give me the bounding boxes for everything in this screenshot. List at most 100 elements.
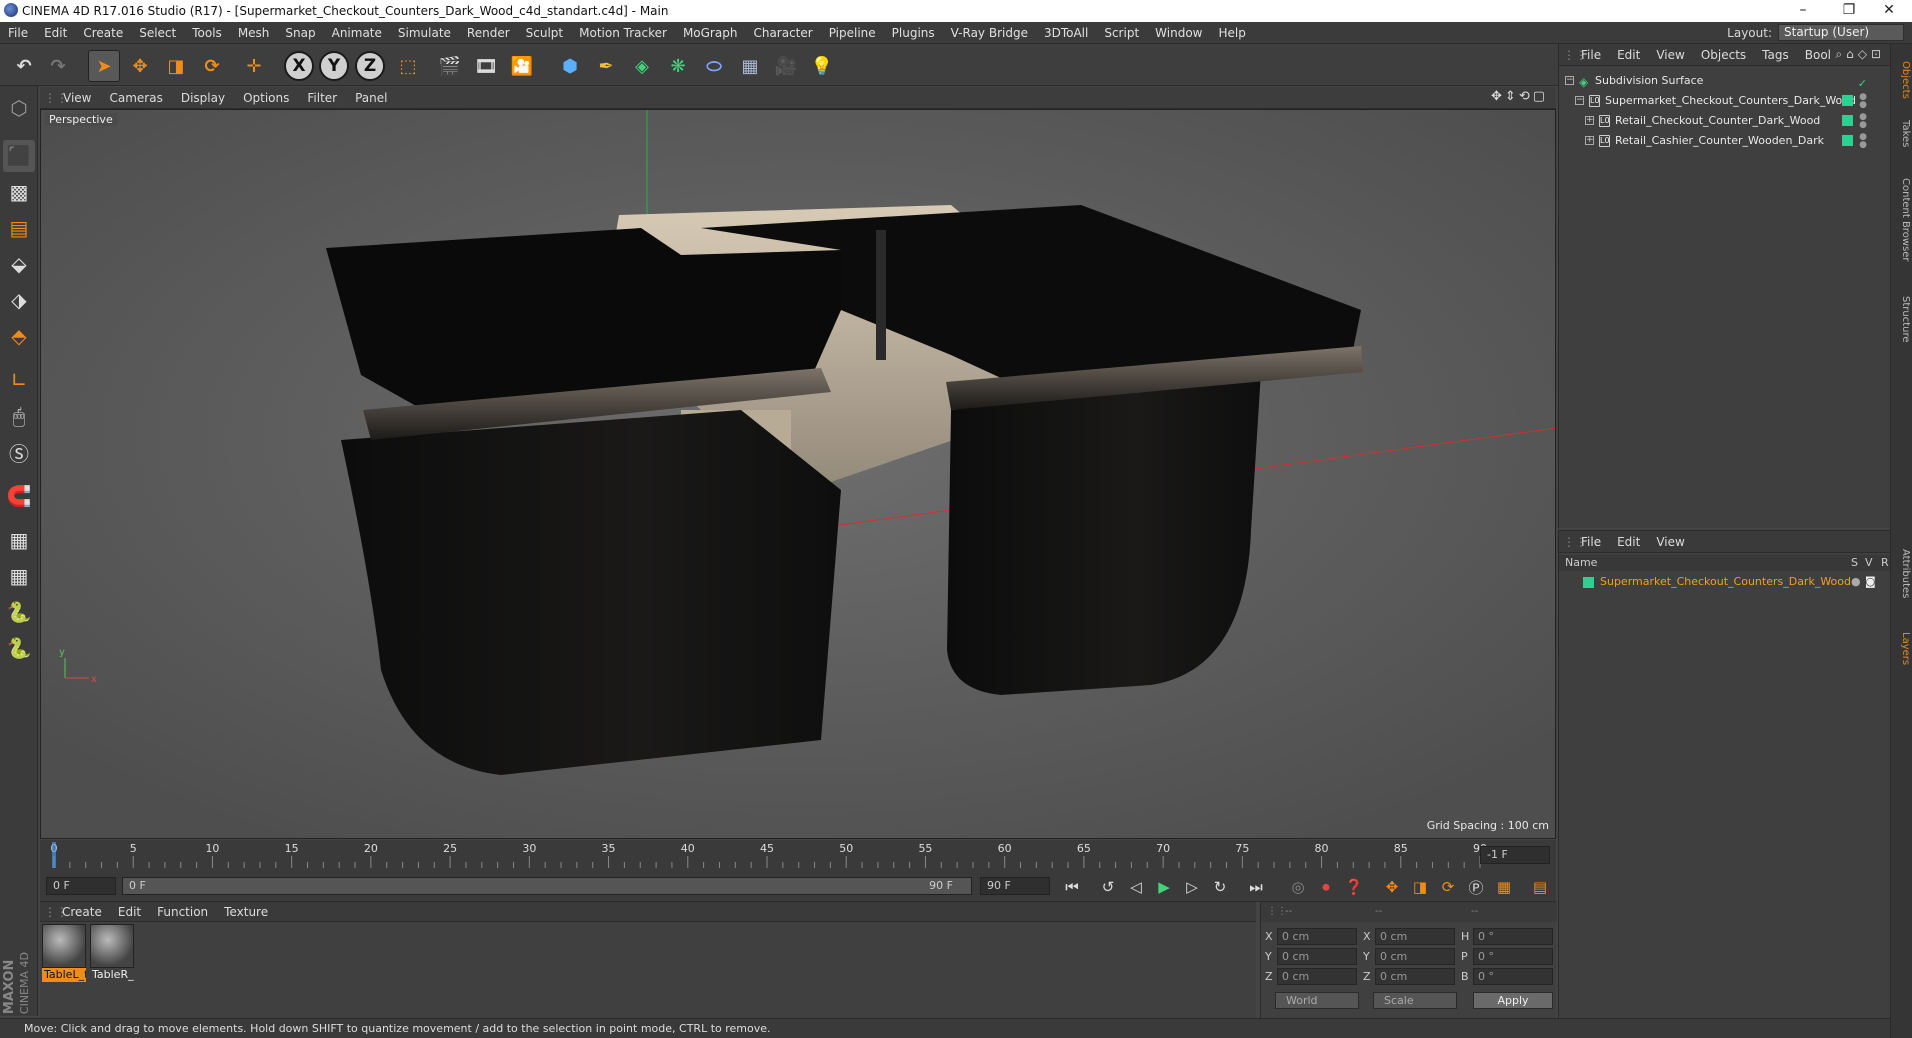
close-button[interactable]: ✕ [1866,0,1912,22]
menu-3dtoall[interactable]: 3DToAll [1036,26,1096,40]
workplane-icon[interactable]: ▤ [3,212,35,244]
menu-help[interactable]: Help [1210,26,1253,40]
viewport-camera-label[interactable]: Perspective [45,113,117,126]
side-tab-attributes[interactable]: Attributes [1893,534,1911,614]
side-tab-objects[interactable]: Objects [1893,50,1911,110]
polygons-mode-icon[interactable]: ⬘ [3,320,35,352]
menu-window[interactable]: Window [1147,26,1210,40]
menu-edit[interactable]: Edit [36,26,75,40]
menu-script[interactable]: Script [1096,26,1147,40]
menu-animate[interactable]: Animate [324,26,390,40]
keyframe-selection-icon[interactable]: ❓ [1342,876,1366,898]
layer-visible-icon[interactable]: ◙ [1865,573,1876,591]
undo-icon[interactable]: ↶ [8,50,40,82]
key-scale-icon[interactable]: ◨ [1408,876,1432,898]
position-z-field[interactable]: 0 cm [1277,968,1357,985]
side-tab-layers[interactable]: Layers [1893,624,1911,674]
menu-create[interactable]: Create [75,26,131,40]
go-to-start-icon[interactable]: ⏮ [1060,876,1084,898]
solo-mode-icon[interactable]: Ⓢ [3,436,35,468]
render-picture-viewer-icon[interactable]: 🎞 [470,50,502,82]
menu-mesh[interactable]: Mesh [230,26,278,40]
redo-icon[interactable]: ↷ [42,50,74,82]
key-pla-icon[interactable]: ▦ [1492,876,1516,898]
key-position-icon[interactable]: ✥ [1380,876,1404,898]
layer-color-icon[interactable] [1842,115,1853,126]
position-y-field[interactable]: 0 cm [1277,948,1357,965]
viewport-menu-panel[interactable]: Panel [346,91,396,105]
expand-icon[interactable]: + [1585,116,1594,125]
viewport-menu-display[interactable]: Display [172,91,234,105]
menu-motion-tracker[interactable]: Motion Tracker [571,26,675,40]
previous-key-icon[interactable]: ↺ [1096,876,1120,898]
subdivision-generator-icon[interactable]: ◈ [626,50,658,82]
size-y-field[interactable]: 0 cm [1375,948,1455,965]
texture-mode-icon[interactable]: ▩ [3,176,35,208]
previous-frame-icon[interactable]: ◁ [1124,876,1148,898]
timeline-window-icon[interactable]: ▤ [1528,876,1552,898]
python-script-icon[interactable]: 🐍 [3,596,35,628]
menu-render[interactable]: Render [459,26,518,40]
coordinate-type-dropdown[interactable]: Scale [1373,992,1457,1009]
menu-snap[interactable]: Snap [277,26,323,40]
menu-select[interactable]: Select [131,26,184,40]
material-menu-function[interactable]: Function [149,905,216,919]
material-menu-texture[interactable]: Texture [216,905,276,919]
layer-row[interactable]: Supermarket_Checkout_Counters_Dark_Wood … [1559,573,1891,591]
layer-color-icon[interactable] [1842,95,1853,106]
objects-menu-edit[interactable]: Edit [1609,48,1648,62]
menu-plugins[interactable]: Plugins [884,26,943,40]
move-tool-icon[interactable]: ✥ [124,50,156,82]
axis-mode-icon[interactable]: ∟ [3,364,35,396]
viewport-menu-cameras[interactable]: Cameras [100,91,171,105]
tweak-mode-icon[interactable]: 🖱 [3,400,35,432]
key-parameter-icon[interactable]: Ⓟ [1464,876,1488,898]
make-editable-icon[interactable]: ⬡ [3,92,35,124]
deformer-icon[interactable]: ⬭ [698,50,730,82]
cloner-icon[interactable]: ❋ [662,50,694,82]
render-settings-icon[interactable]: 🎦 [506,50,538,82]
scale-tool-icon[interactable]: ◨ [160,50,192,82]
layer-solo-icon[interactable]: ● [1851,573,1861,591]
go-to-end-icon[interactable]: ⏭ [1244,876,1268,898]
minimize-button[interactable]: – [1780,0,1826,22]
coordinate-mode-dropdown[interactable]: World [1275,992,1359,1009]
side-tab-content-browser[interactable]: Content Browser [1893,160,1911,280]
visibility-dots-icon[interactable]: ● ● [1859,113,1867,130]
material-menu-edit[interactable]: Edit [110,905,149,919]
frame-range-slider[interactable]: 0 F 90 F [122,877,972,895]
play-icon[interactable]: ▶ [1152,876,1176,898]
viewport-nav-icons[interactable]: ✥⇕⟲▢ [1491,89,1548,104]
material-swatch[interactable]: TableR_ [90,924,134,982]
autokey-icon[interactable]: ⏺ [1314,876,1338,898]
cube-primitive-icon[interactable]: ⬢ [554,50,586,82]
rotation-h-field[interactable]: 0 ° [1473,928,1553,945]
key-rotation-icon[interactable]: ⟳ [1436,876,1460,898]
start-frame-field[interactable]: 0 F [46,877,116,895]
tree-item-retail-checkout[interactable]: + L0 Retail_Checkout_Counter_Dark_Wood ●… [1559,111,1891,131]
visibility-dots-icon[interactable]: ● ● [1859,93,1867,110]
viewport-menu-filter[interactable]: Filter [298,91,346,105]
menu-sculpt[interactable]: Sculpt [518,26,571,40]
menu-character[interactable]: Character [745,26,820,40]
record-keyframe-icon[interactable]: ◎ [1286,876,1310,898]
coordinate-system-icon[interactable]: ⬚ [392,50,424,82]
viewport-menu-options[interactable]: Options [234,91,298,105]
collapse-icon[interactable]: − [1575,96,1584,105]
layer-color-icon[interactable] [1583,577,1594,588]
tree-item-subdivision-surface[interactable]: − ◈ Subdivision Surface ✓ [1559,71,1891,91]
playhead[interactable] [52,842,56,868]
end-frame-field[interactable]: 90 F [980,877,1050,895]
tree-item-retail-cashier[interactable]: + L0 Retail_Cashier_Counter_Wooden_Dark … [1559,131,1891,151]
camera-icon[interactable]: 🎥 [770,50,802,82]
menu-tools[interactable]: Tools [184,26,230,40]
y-axis-lock-button[interactable]: Y [318,50,350,82]
size-x-field[interactable]: 0 cm [1375,928,1455,945]
edges-mode-icon[interactable]: ⬗ [3,284,35,316]
select-tool-icon[interactable]: ➤ [88,50,120,82]
viewport-menu-view[interactable]: View [54,91,100,105]
next-frame-icon[interactable]: ▷ [1180,876,1204,898]
size-z-field[interactable]: 0 cm [1375,968,1455,985]
rotate-tool-icon[interactable]: ⟳ [196,50,228,82]
visibility-dots-icon[interactable]: ● ● [1859,133,1867,150]
